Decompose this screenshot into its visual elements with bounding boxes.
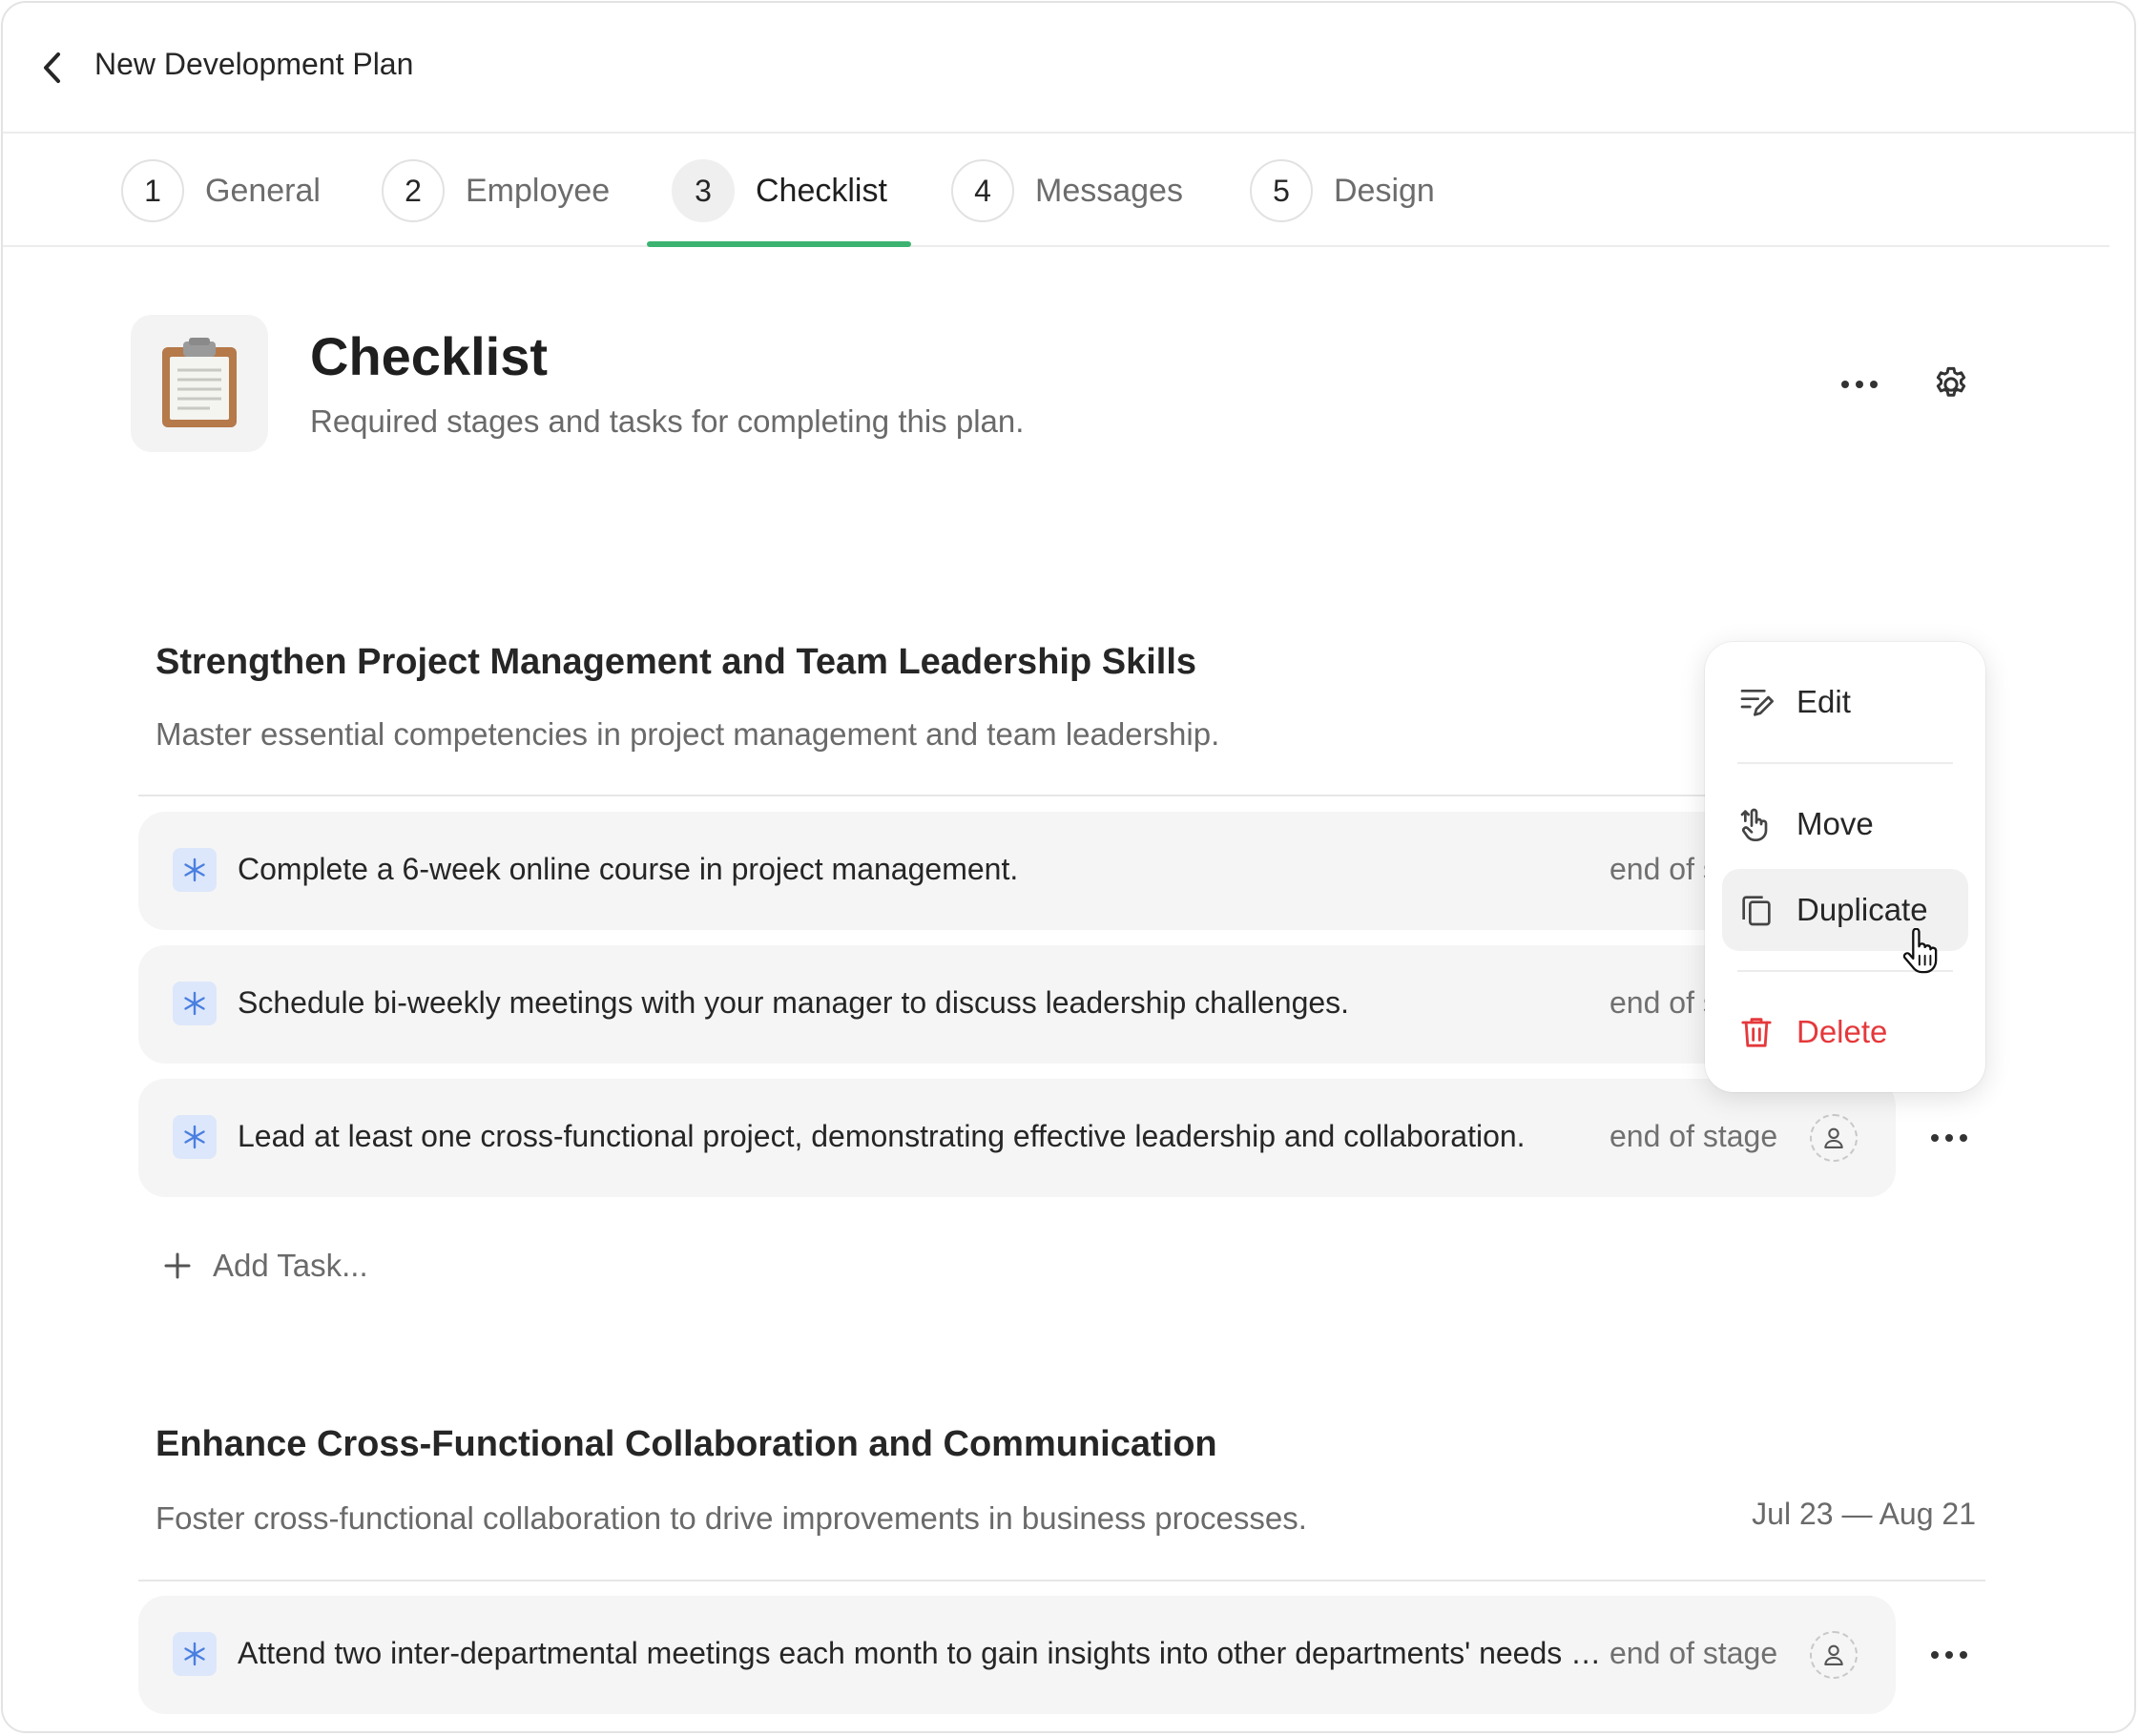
menu-item-move[interactable]: Move: [1722, 783, 1968, 865]
more-horizontal-icon: [1931, 1134, 1967, 1142]
task-more-button[interactable]: [1922, 1628, 1976, 1682]
tab-employee[interactable]: 2 Employee: [382, 157, 610, 224]
tab-number: 4: [951, 159, 1014, 222]
task-type-icon: [173, 848, 217, 892]
checklist-subtitle: Required stages and tasks for completing…: [310, 403, 1025, 439]
add-task-button[interactable]: Add Task...: [163, 1239, 368, 1292]
back-button[interactable]: [33, 45, 72, 91]
menu-item-delete[interactable]: Delete: [1722, 991, 1968, 1073]
menu-item-label: Delete: [1796, 1014, 1888, 1049]
task-due: end of s: [1609, 985, 1718, 1020]
task-due: end of stage: [1609, 1119, 1778, 1153]
menu-item-label: Edit: [1796, 684, 1851, 719]
user-icon: [1824, 1127, 1843, 1148]
page-title: New Development Plan: [94, 47, 414, 81]
tab-number: 1: [121, 159, 184, 222]
tab-checklist[interactable]: 3 Checklist: [672, 157, 887, 224]
top-bar: New Development Plan: [3, 3, 2134, 134]
tab-number: 5: [1250, 159, 1313, 222]
task-context-menu: Edit Move Duplicate Delete: [1705, 642, 1985, 1092]
task-row[interactable]: Lead at least one cross-functional proje…: [138, 1079, 1896, 1197]
assignee-button[interactable]: [1810, 1114, 1858, 1162]
task-text: Attend two inter-departmental meetings e…: [238, 1636, 1602, 1670]
chevron-left-icon: [44, 52, 60, 83]
tab-general[interactable]: 1 General: [121, 157, 321, 224]
app-window: New Development Plan 1 General 2 Employe…: [1, 1, 2136, 1733]
more-horizontal-icon: [1931, 1651, 1967, 1659]
trash-icon: [1735, 1011, 1777, 1053]
stage-description: Master essential competencies in project…: [156, 716, 1220, 752]
task-row[interactable]: Attend two inter-departmental meetings e…: [138, 1596, 1896, 1714]
task-due: end of stage: [1609, 1636, 1778, 1670]
checklist-clipboard-icon: [131, 315, 268, 452]
step-tabs: 1 General 2 Employee 3 Checklist 4 Messa…: [3, 134, 2109, 247]
menu-item-label: Duplicate: [1796, 892, 1928, 927]
edit-icon: [1735, 681, 1777, 723]
checklist-more-button[interactable]: [1833, 358, 1886, 411]
task-type-icon: [173, 982, 217, 1025]
task-type-icon: [173, 1632, 217, 1676]
tab-design[interactable]: 5 Design: [1250, 157, 1435, 224]
checklist-title: Checklist: [310, 326, 548, 386]
hand-pointer-cursor-icon: [1902, 928, 1938, 974]
tab-label: Messages: [1035, 172, 1183, 209]
checklist-settings-button[interactable]: [1924, 358, 1978, 411]
tab-label: General: [205, 172, 321, 209]
task-text: Lead at least one cross-functional proje…: [238, 1119, 1526, 1153]
task-more-button[interactable]: [1922, 1111, 1976, 1165]
user-icon: [1824, 1644, 1843, 1665]
gear-icon: [1936, 366, 1966, 397]
plus-icon: [164, 1252, 191, 1279]
tab-number: 2: [382, 159, 445, 222]
tab-label: Employee: [466, 172, 611, 209]
stage-title: Strengthen Project Management and Team L…: [156, 642, 1197, 682]
duplicate-icon: [1735, 889, 1777, 931]
active-tab-indicator: [647, 241, 911, 247]
stage-dates: Jul 23 — Aug 21: [1752, 1497, 1976, 1531]
more-horizontal-icon: [1841, 381, 1878, 388]
task-text: Schedule bi-weekly meetings with your ma…: [238, 985, 1350, 1020]
tab-label: Design: [1334, 172, 1435, 209]
assignee-button[interactable]: [1810, 1631, 1858, 1679]
task-due: end of s: [1609, 852, 1718, 886]
menu-item-edit[interactable]: Edit: [1722, 661, 1968, 743]
stage-title: Enhance Cross-Functional Collaboration a…: [156, 1424, 1217, 1464]
tab-messages[interactable]: 4 Messages: [951, 157, 1183, 224]
menu-item-label: Move: [1796, 806, 1874, 841]
menu-separator: [1737, 762, 1953, 764]
tab-label: Checklist: [756, 172, 887, 209]
move-hand-icon: [1735, 803, 1777, 845]
add-task-label: Add Task...: [213, 1248, 368, 1283]
stage-description: Foster cross-functional collaboration to…: [156, 1500, 1307, 1536]
stage-divider: [138, 1580, 1985, 1581]
task-type-icon: [173, 1115, 217, 1159]
task-row[interactable]: Schedule bi-weekly meetings with your ma…: [138, 945, 1896, 1064]
task-text: Complete a 6-week online course in proje…: [238, 852, 1019, 886]
tab-number: 3: [672, 159, 735, 222]
task-row[interactable]: Complete a 6-week online course in proje…: [138, 812, 1896, 930]
